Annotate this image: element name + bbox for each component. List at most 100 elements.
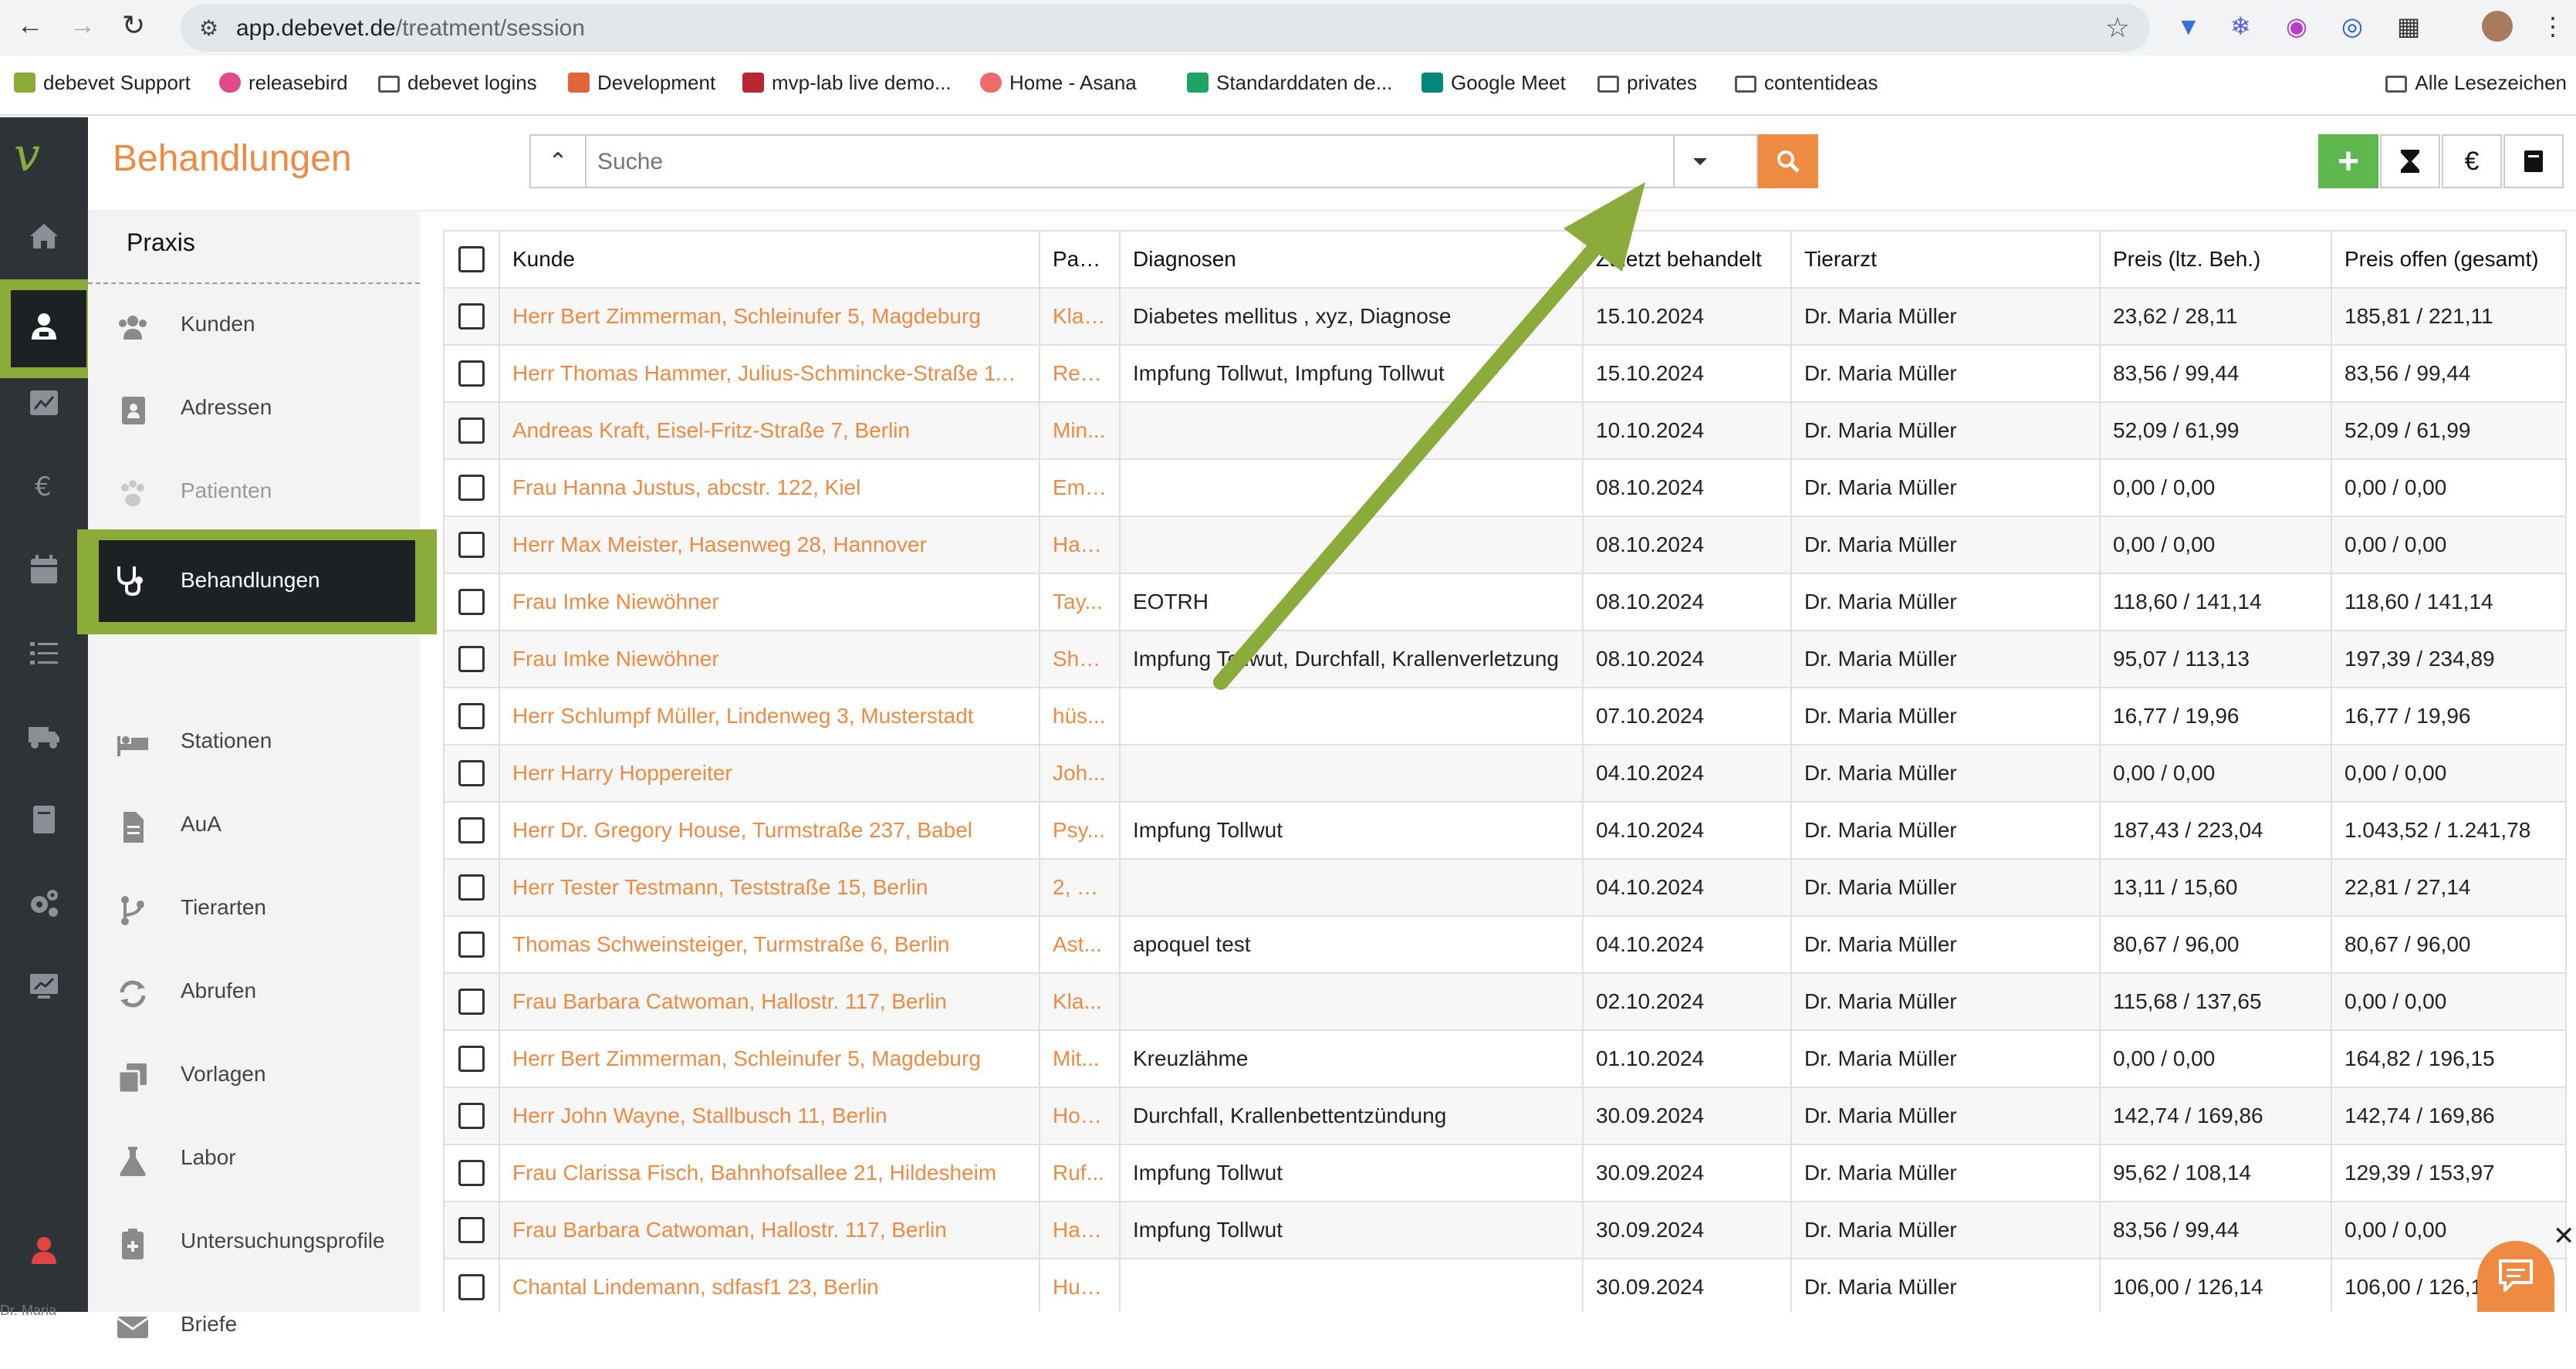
patient-cell[interactable]: Min... [1039,401,1121,460]
row-checkbox[interactable] [458,1217,485,1244]
bookmark-item[interactable]: Home - Asana [980,71,1137,95]
row-checkbox[interactable] [458,360,485,387]
settings-icon[interactable] [0,861,88,945]
chart-icon[interactable] [0,361,88,445]
table-row[interactable]: Frau Barbara Catwoman, Hallostr. 117, Be… [443,972,2567,1031]
profile-avatar[interactable] [2482,11,2513,42]
column-header[interactable]: Preis (ltz. Beh.) [2099,230,2332,289]
table-row[interactable]: Herr Bert Zimmerman, Schleinufer 5, Magd… [443,287,2567,346]
patient-cell[interactable]: Hos... [1039,1087,1121,1145]
customer-cell[interactable]: Herr Thomas Hammer, Julius-Schmincke-Str… [499,344,1040,403]
row-checkbox[interactable] [458,646,485,673]
close-icon[interactable]: ✕ [2553,1221,2575,1252]
table-row[interactable]: Thomas Schweinsteiger, Turmstraße 6, Ber… [443,915,2567,974]
euro-button[interactable]: € [2442,134,2502,188]
search-button[interactable] [1758,134,1818,188]
patient-cell[interactable]: Ast... [1039,915,1121,974]
table-row[interactable]: Herr Schlumpf Müller, Lindenweg 3, Muste… [443,687,2567,745]
customer-cell[interactable]: Frau Barbara Catwoman, Hallostr. 117, Be… [499,1201,1040,1259]
customer-cell[interactable]: Herr Max Meister, Hasenweg 28, Hannover [499,515,1040,574]
report-icon[interactable] [0,945,88,1028]
row-checkbox[interactable] [458,532,485,559]
all-bookmarks[interactable]: Alle Lesezeichen [2385,71,2567,95]
table-row[interactable]: Frau Hanna Justus, abcstr. 122, Kiel Emi.… [443,458,2567,517]
back-arrow-icon[interactable]: ← [17,11,43,41]
column-header[interactable]: Zuletzt behandelt [1582,230,1792,289]
bookmark-item[interactable]: debevet Support [14,71,191,95]
table-row[interactable]: Herr Bert Zimmerman, Schleinufer 5, Magd… [443,1029,2567,1088]
patient-cell[interactable]: Ruf... [1039,1144,1121,1202]
patient-cell[interactable]: Rex... [1039,344,1121,403]
table-row[interactable]: Frau Barbara Catwoman, Hallostr. 117, Be… [443,1201,2567,1259]
customer-cell[interactable]: Chantal Lindemann, sdfasf1 23, Berlin [499,1258,1040,1312]
customer-cell[interactable]: Herr Dr. Gregory House, Turmstraße 237, … [499,801,1040,860]
row-checkbox[interactable] [458,589,485,616]
select-all-checkbox[interactable] [458,246,485,273]
customer-cell[interactable]: Herr Tester Testmann, Teststraße 15, Ber… [499,858,1040,917]
row-checkbox[interactable] [458,760,485,787]
customer-cell[interactable]: Herr Bert Zimmerman, Schleinufer 5, Magd… [499,1029,1040,1088]
browser-menu-icon[interactable]: ⋮ [2541,12,2565,40]
reload-icon[interactable]: ↻ [122,9,145,42]
patient-cell[interactable]: Emi... [1039,458,1121,517]
bookmark-item[interactable]: Development [568,71,715,95]
patient-cell[interactable]: Joh... [1039,744,1121,803]
table-row[interactable]: Frau Imke Niewöhner Sha... Impfung Tollwut… [443,630,2567,688]
patient-cell[interactable]: Kla... [1039,972,1121,1031]
customer-cell[interactable]: Frau Imke Niewöhner [499,630,1040,688]
add-button[interactable]: + [2318,134,2378,188]
url-text[interactable]: app.debevet.de/treatment/session [236,15,585,42]
patient-cell[interactable]: Psy... [1039,801,1121,860]
sidebar-item-untersuchungsprofile[interactable]: Untersuchungsprofile [88,1202,420,1286]
list-icon[interactable] [0,611,88,695]
extension-power-icon[interactable]: ◉ [2286,12,2307,40]
truck-icon[interactable] [0,695,88,778]
extension-password-icon[interactable]: ◎ [2341,12,2363,40]
user-icon[interactable] [0,1208,88,1292]
row-checkbox[interactable] [458,1046,485,1073]
column-header[interactable]: Preis offen (gesamt) [2331,230,2567,289]
table-row[interactable]: Herr Dr. Gregory House, Turmstraße 237, … [443,801,2567,860]
customer-cell[interactable]: Frau Hanna Justus, abcstr. 122, Kiel [499,458,1040,517]
patient-cell[interactable]: Mit... [1039,1029,1121,1088]
table-row[interactable]: Herr Harry Hoppereiter Joh... 04.10.2024 Dr… [443,744,2567,803]
customer-cell[interactable]: Frau Barbara Catwoman, Hallostr. 117, Be… [499,972,1040,1031]
patient-cell[interactable]: Tay... [1039,573,1121,631]
customer-cell[interactable]: Frau Imke Niewöhner [499,573,1040,631]
site-settings-icon[interactable]: ⚙ [199,15,218,41]
sidebar-item-tierarten[interactable]: Tierarten [88,869,420,952]
search-input[interactable] [597,145,1655,179]
table-row[interactable]: Chantal Lindemann, sdfasf1 23, Berlin Hun… [443,1258,2567,1312]
row-checkbox[interactable] [458,417,485,445]
row-checkbox[interactable] [458,303,485,330]
extensions-puzzle-icon[interactable]: ▦ [2397,12,2420,40]
customer-cell[interactable]: Herr Bert Zimmerman, Schleinufer 5, Magd… [499,287,1040,346]
bookmark-star-icon[interactable]: ☆ [2105,12,2130,44]
patient-cell[interactable]: hüs... [1039,687,1121,745]
table-row[interactable]: Herr Tester Testmann, Teststraße 15, Ber… [443,858,2567,917]
bookmark-item[interactable]: Standarddaten de... [1187,71,1392,95]
extension-arrow-icon[interactable]: ▼ [2176,12,2201,40]
patient-cell[interactable]: Hun... [1039,1258,1121,1312]
home-icon[interactable] [0,194,88,278]
sidebar-item-stationen[interactable]: Stationen [88,702,420,786]
extension-snowflake-icon[interactable]: ❄ [2230,12,2251,40]
collapse-chevron-icon[interactable]: ⌃ [531,136,587,187]
row-checkbox[interactable] [458,475,485,502]
chat-button[interactable] [2477,1241,2554,1312]
row-checkbox[interactable] [458,1274,485,1301]
patient-cell[interactable]: Klar... [1039,287,1121,346]
bookmark-item[interactable]: debevet logins [378,71,537,95]
table-row[interactable]: Frau Imke Niewöhner Tay... EOTRH 08.10.2024… [443,573,2567,631]
bookmark-item[interactable]: contentideas [1735,71,1878,95]
customer-cell[interactable]: Andreas Kraft, Eisel-Fritz-Straße 7, Ber… [499,401,1040,460]
row-checkbox[interactable] [458,817,485,844]
patient-cell[interactable]: Sha... [1039,630,1121,688]
forward-arrow-icon[interactable]: → [69,11,96,41]
customer-cell[interactable]: Herr Schlumpf Müller, Lindenweg 3, Muste… [499,687,1040,745]
patient-cell[interactable]: Han... [1039,1201,1121,1259]
search-dropdown-toggle[interactable] [1673,136,1726,187]
table-row[interactable]: Herr John Wayne, Stallbusch 11, Berlin Ho… [443,1087,2567,1145]
hourglass-button[interactable] [2380,134,2440,188]
table-row[interactable]: Herr Thomas Hammer, Julius-Schmincke-Str… [443,344,2567,403]
